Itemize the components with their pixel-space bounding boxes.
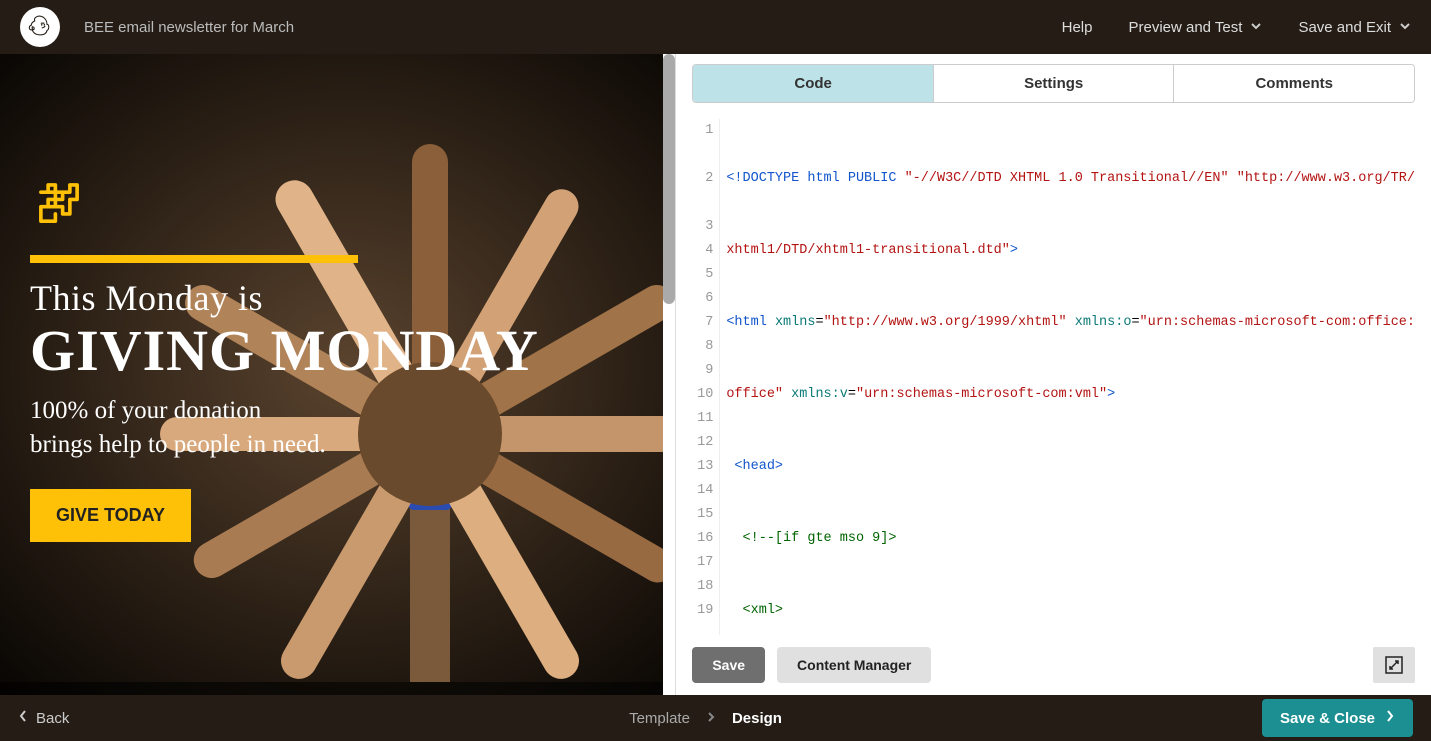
line-number: 14	[692, 479, 713, 503]
bottombar: Back Template Design Save & Close	[0, 695, 1431, 741]
help-link-label: Help	[1062, 19, 1093, 36]
editor-tabs: Code Settings Comments	[692, 64, 1415, 103]
preview-test-label: Preview and Test	[1128, 19, 1242, 36]
expand-button[interactable]	[1373, 647, 1415, 683]
line-number: 15	[692, 503, 713, 527]
mailchimp-logo[interactable]	[20, 7, 60, 47]
content-manager-button[interactable]: Content Manager	[777, 647, 931, 683]
back-label: Back	[36, 710, 69, 727]
chevron-right-icon	[706, 710, 716, 727]
save-close-label: Save & Close	[1280, 710, 1375, 727]
line-number: 16	[692, 527, 713, 551]
editor-pane: Code Settings Comments 1 2 3 4 5 6 7 8 9…	[675, 54, 1431, 695]
breadcrumb-design: Design	[732, 710, 782, 727]
preview-headline: GIVING MONDAY	[30, 321, 539, 382]
line-gutter: 1 2 3 4 5 6 7 8 9 10 11 12 13 14 15 16 1…	[692, 119, 720, 635]
chevron-left-icon	[18, 709, 28, 727]
preview-scroll-thumb[interactable]	[663, 54, 675, 304]
topbar: BEE email newsletter for March Help Prev…	[0, 0, 1431, 54]
code-editor[interactable]: 1 2 3 4 5 6 7 8 9 10 11 12 13 14 15 16 1…	[692, 119, 1415, 635]
preview-subtitle: 100% of your donation brings help to peo…	[30, 394, 539, 462]
tab-settings[interactable]: Settings	[934, 65, 1175, 102]
line-number: 10	[692, 383, 713, 407]
expand-icon	[1384, 655, 1404, 675]
line-number: 6	[692, 287, 713, 311]
chevron-down-icon	[1250, 19, 1262, 36]
project-title: BEE email newsletter for March	[84, 19, 294, 36]
line-number: 12	[692, 431, 713, 455]
chevron-down-icon	[1399, 19, 1411, 36]
line-number: 13	[692, 455, 713, 479]
tab-comments[interactable]: Comments	[1174, 65, 1414, 102]
line-number: 7	[692, 311, 713, 335]
line-number: 11	[692, 407, 713, 431]
main: This Monday is GIVING MONDAY 100% of you…	[0, 54, 1431, 695]
line-number: 17	[692, 551, 713, 575]
line-number: 19	[692, 599, 713, 623]
preview-sub-line2: brings help to people in need.	[30, 431, 326, 458]
editor-footer: Save Content Manager	[676, 635, 1431, 695]
line-number: 8	[692, 335, 713, 359]
tab-code[interactable]: Code	[693, 65, 934, 102]
breadcrumb: Template Design	[629, 710, 782, 727]
line-number: 2	[692, 167, 713, 191]
line-number: 9	[692, 359, 713, 383]
preview-scrollbar[interactable]	[663, 54, 675, 695]
preview-pane: This Monday is GIVING MONDAY 100% of you…	[0, 54, 675, 695]
line-number: 5	[692, 263, 713, 287]
mailchimp-icon	[26, 13, 54, 41]
save-button[interactable]: Save	[692, 647, 765, 683]
save-exit-dropdown[interactable]: Save and Exit	[1298, 19, 1411, 36]
hands-together-icon	[30, 174, 539, 237]
line-number: 18	[692, 575, 713, 599]
save-close-button[interactable]: Save & Close	[1262, 699, 1413, 737]
breadcrumb-template[interactable]: Template	[629, 710, 690, 727]
preview-content: This Monday is GIVING MONDAY 100% of you…	[30, 174, 539, 542]
accent-underline	[30, 255, 358, 263]
line-number: 3	[692, 215, 713, 239]
line-number: 4	[692, 239, 713, 263]
give-today-button[interactable]: GIVE TODAY	[30, 489, 191, 542]
save-exit-label: Save and Exit	[1298, 19, 1391, 36]
back-link[interactable]: Back	[18, 709, 69, 727]
code-lines[interactable]: <!DOCTYPE html PUBLIC "-//W3C//DTD XHTML…	[720, 119, 1415, 635]
chevron-right-icon	[1385, 709, 1395, 727]
preview-sub-line1: 100% of your donation	[30, 397, 261, 424]
preview-title: This Monday is	[30, 277, 539, 319]
help-link[interactable]: Help	[1062, 19, 1093, 36]
line-number: 1	[692, 119, 713, 143]
preview-test-dropdown[interactable]: Preview and Test	[1128, 19, 1262, 36]
